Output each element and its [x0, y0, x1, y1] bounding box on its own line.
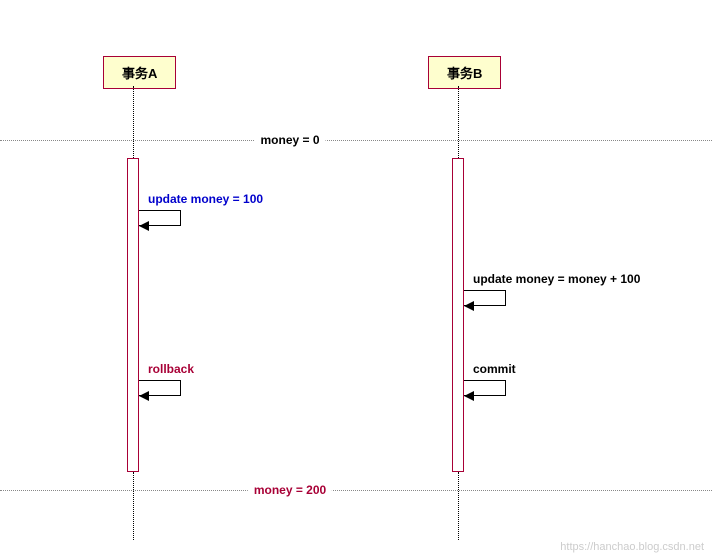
participant-a-box: 事务A — [103, 56, 176, 89]
sequence-diagram: 事务A 事务B money = 0 money = 200 update mon… — [0, 0, 712, 559]
lifeline-a-bottom — [133, 472, 134, 540]
lifeline-b-bottom — [458, 472, 459, 540]
msg-a-rollback-arrow — [139, 391, 149, 401]
msg-a-rollback-label: rollback — [148, 362, 194, 376]
msg-b-commit-label: commit — [473, 362, 516, 376]
watermark: https://hanchao.blog.csdn.net — [560, 541, 704, 553]
msg-b-update-label: update money = money + 100 — [473, 272, 640, 286]
divider-top-label: money = 0 — [254, 133, 325, 147]
activation-b — [452, 158, 464, 472]
participant-a-label: 事务A — [122, 66, 157, 81]
msg-a-update-label: update money = 100 — [148, 192, 263, 206]
divider-bottom-line — [0, 490, 712, 491]
participant-b-box: 事务B — [428, 56, 501, 89]
participant-b-label: 事务B — [447, 66, 482, 81]
msg-a-update-arrow — [139, 221, 149, 231]
msg-b-update-arrow — [464, 301, 474, 311]
lifeline-b-top — [458, 86, 459, 158]
divider-top-line — [0, 140, 712, 141]
msg-b-commit-arrow — [464, 391, 474, 401]
activation-a — [127, 158, 139, 472]
lifeline-a-top — [133, 86, 134, 158]
divider-bottom-label: money = 200 — [248, 483, 332, 497]
